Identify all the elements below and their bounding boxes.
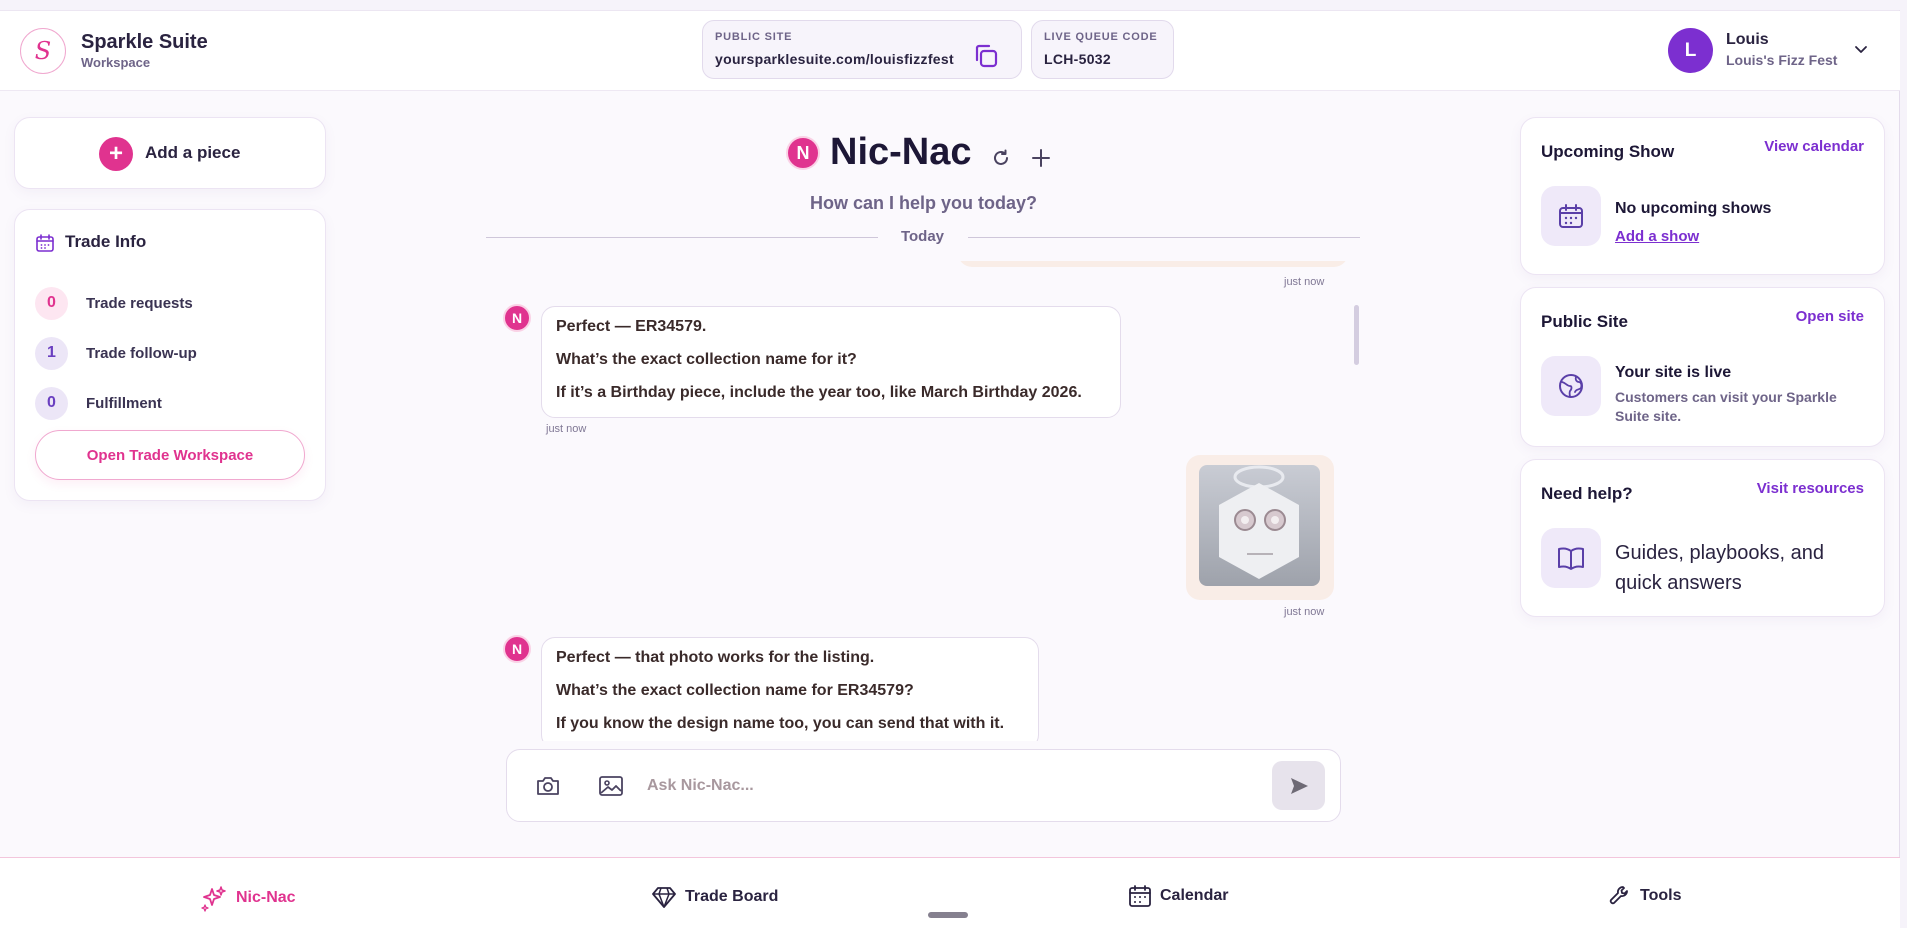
nav-trade-board[interactable]: Trade Board xyxy=(651,884,778,910)
trade-follow-up-count: 1 xyxy=(35,336,68,370)
add-piece-label: Add a piece xyxy=(145,143,241,162)
trade-info-card: Trade Info 0 Trade requests 1 Trade foll… xyxy=(14,209,326,501)
live-queue-label: LIVE QUEUE CODE xyxy=(1044,31,1158,43)
send-button[interactable] xyxy=(1272,761,1325,810)
nav-tools[interactable]: Tools xyxy=(1608,884,1681,908)
fulfillment-label: Fulfillment xyxy=(86,394,162,412)
book-icon-box xyxy=(1541,528,1601,588)
live-queue-code: LCH-5032 xyxy=(1044,51,1111,67)
sparkles-icon xyxy=(201,886,226,912)
new-chat-icon[interactable] xyxy=(1029,146,1053,170)
chat-composer: Ask Nic-Nac... xyxy=(506,749,1341,822)
app-window: S Sparkle Suite Workspace PUBLIC SITE yo… xyxy=(0,10,1900,928)
message-line: What’s the exact collection name for it? xyxy=(556,351,857,368)
public-site-url: yoursparklesuite.com/louisfizzfest xyxy=(715,51,954,67)
refresh-icon[interactable] xyxy=(990,147,1012,169)
add-a-show-link[interactable]: Add a show xyxy=(1615,228,1699,245)
user-workspace-name: Louis's Fizz Fest xyxy=(1726,52,1838,68)
diamond-icon xyxy=(652,887,676,908)
user-name[interactable]: Louis xyxy=(1726,31,1769,49)
trade-row-follow-up[interactable]: 1 Trade follow-up xyxy=(35,336,197,370)
nav-tools-label: Tools xyxy=(1640,887,1682,904)
public-site-card: Public Site Open site Your site is live … xyxy=(1520,287,1885,447)
calendar-icon-box xyxy=(1541,186,1601,246)
trade-info-title: Trade Info xyxy=(65,232,147,251)
message-input[interactable]: Ask Nic-Nac... xyxy=(647,750,1247,821)
assistant-avatar: N xyxy=(503,304,531,332)
trade-requests-count: 0 xyxy=(35,286,68,320)
trade-follow-up-label: Trade follow-up xyxy=(86,344,197,362)
chat-scrollbar[interactable] xyxy=(1354,305,1359,365)
message-timestamp: just now xyxy=(546,423,587,435)
nav-nic-nac-label: Nic-Nac xyxy=(236,889,296,906)
calendar-icon xyxy=(36,234,54,252)
message-line: Perfect — that photo works for the listi… xyxy=(556,649,875,666)
message-line: If you know the design name too, you can… xyxy=(556,715,1005,732)
send-icon xyxy=(1290,777,1308,794)
day-label: Today xyxy=(900,228,945,245)
earring-photo[interactable] xyxy=(1199,465,1320,586)
trade-row-requests[interactable]: 0 Trade requests xyxy=(35,286,193,320)
trade-requests-label: Trade requests xyxy=(86,294,193,312)
user-image-bubble xyxy=(1186,455,1334,600)
calendar-icon xyxy=(1559,204,1583,228)
assistant-avatar: N xyxy=(786,136,820,170)
brand-name: Sparkle Suite xyxy=(81,31,208,53)
nav-nic-nac[interactable]: Nic-Nac xyxy=(200,884,296,912)
brand-subtitle: Workspace xyxy=(81,55,151,70)
divider xyxy=(968,237,1360,238)
trade-row-fulfillment[interactable]: 0 Fulfillment xyxy=(35,386,162,420)
chat-messages[interactable]: just now N Perfect — ER34579. What’s the… xyxy=(486,261,1356,741)
globe-icon xyxy=(1559,374,1583,398)
chat-title: Nic-Nac xyxy=(830,131,972,173)
nav-calendar-label: Calendar xyxy=(1160,887,1229,904)
help-card-title: Need help? xyxy=(1541,484,1633,503)
assistant-message-bubble: Perfect — ER34579. What’s the exact coll… xyxy=(541,306,1121,418)
no-upcoming-shows-text: No upcoming shows xyxy=(1615,200,1772,217)
message-line: If it’s a Birthday piece, include the ye… xyxy=(556,384,1082,401)
nav-calendar[interactable]: Calendar xyxy=(1128,884,1228,908)
divider xyxy=(486,237,878,238)
calendar-icon xyxy=(1129,885,1151,907)
wrench-icon xyxy=(1609,886,1628,905)
bottom-navigation: Nic-Nac Trade Board Calendar Tools xyxy=(0,857,1900,928)
help-description: Guides, playbooks, and quick answers xyxy=(1615,542,1825,594)
message-timestamp: just now xyxy=(1284,276,1325,288)
home-indicator xyxy=(928,912,968,918)
upcoming-show-card: Upcoming Show View calendar No upcoming … xyxy=(1520,117,1885,275)
nav-trade-board-label: Trade Board xyxy=(685,888,779,905)
public-site-label: PUBLIC SITE xyxy=(715,31,793,43)
book-icon xyxy=(1558,547,1584,570)
user-message-bubble xyxy=(958,261,1348,267)
plus-icon: + xyxy=(99,137,133,171)
live-queue-pill: LIVE QUEUE CODE LCH-5032 xyxy=(1031,20,1174,79)
assistant-message-bubble: Perfect — that photo works for the listi… xyxy=(541,637,1039,741)
user-avatar[interactable]: L xyxy=(1668,28,1713,73)
chevron-down-icon[interactable] xyxy=(1852,41,1870,59)
open-trade-workspace-button[interactable]: Open Trade Workspace xyxy=(35,430,305,480)
view-calendar-link[interactable]: View calendar xyxy=(1764,138,1864,155)
public-site-pill: PUBLIC SITE yoursparklesuite.com/louisfi… xyxy=(702,20,1022,79)
help-card: Need help? Visit resources Guides, playb… xyxy=(1520,459,1885,617)
assistant-avatar: N xyxy=(503,635,531,663)
copy-icon[interactable] xyxy=(971,41,1001,71)
message-timestamp: just now xyxy=(1284,606,1325,618)
visit-resources-link[interactable]: Visit resources xyxy=(1757,480,1864,497)
public-site-card-title: Public Site xyxy=(1541,312,1628,331)
open-site-link[interactable]: Open site xyxy=(1796,308,1864,325)
camera-icon[interactable] xyxy=(535,774,561,798)
add-piece-button[interactable]: + Add a piece xyxy=(14,117,326,189)
brand-logo[interactable]: S xyxy=(20,28,66,74)
message-line: What’s the exact collection name for ER3… xyxy=(556,682,914,699)
top-bar: S Sparkle Suite Workspace PUBLIC SITE yo… xyxy=(0,11,1900,91)
message-line: Perfect — ER34579. xyxy=(556,318,707,335)
image-icon[interactable] xyxy=(598,774,624,798)
upcoming-show-title: Upcoming Show xyxy=(1541,142,1675,161)
globe-icon-box xyxy=(1541,356,1601,416)
fulfillment-count: 0 xyxy=(35,386,68,420)
site-live-description: Customers can visit your Sparkle Suite s… xyxy=(1615,389,1837,424)
site-live-text: Your site is live xyxy=(1615,364,1732,381)
